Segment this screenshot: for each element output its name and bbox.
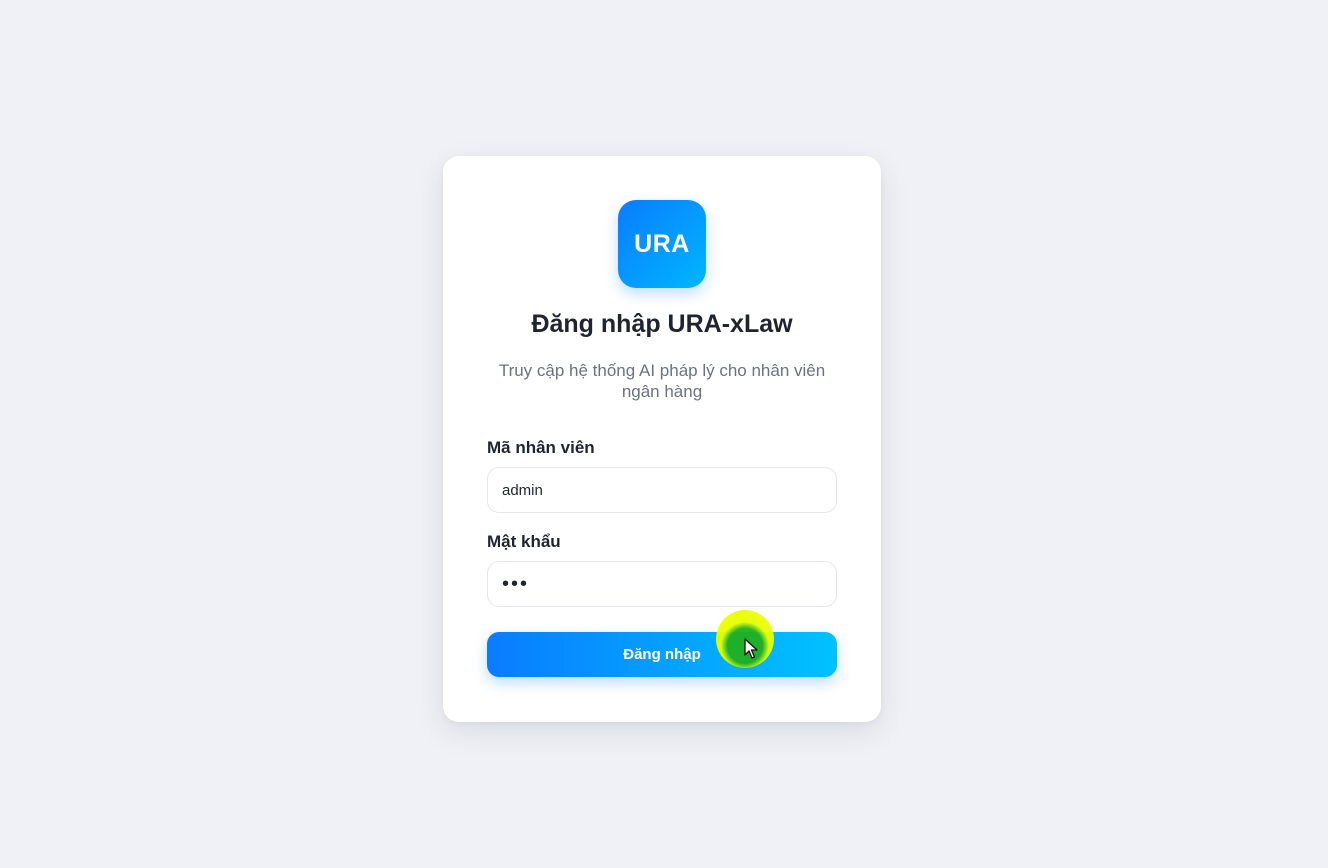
pointer-cursor-icon xyxy=(744,638,758,659)
page-title: Đăng nhập URA-xLaw xyxy=(531,310,793,338)
employee-id-input[interactable] xyxy=(487,467,837,513)
ura-logo: URA xyxy=(618,200,706,288)
login-button[interactable]: Đăng nhập xyxy=(487,632,837,677)
password-label: Mật khẩu xyxy=(487,532,561,551)
page-subtitle: Truy cập hệ thống AI pháp lý cho nhân vi… xyxy=(498,361,826,401)
logo-text: URA xyxy=(634,229,690,258)
password-input[interactable] xyxy=(487,561,837,607)
login-card: URA Đăng nhập URA-xLaw Truy cập hệ thống… xyxy=(443,156,881,722)
employee-id-label: Mã nhân viên xyxy=(487,438,595,457)
